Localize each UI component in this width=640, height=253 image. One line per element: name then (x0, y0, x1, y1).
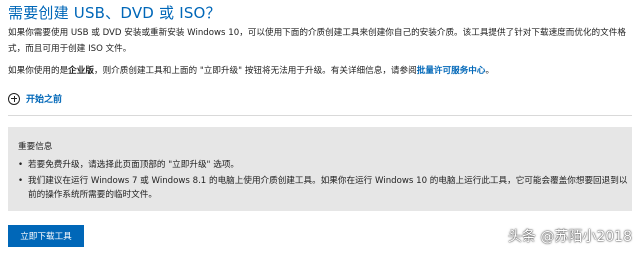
intro-text: 如果你需要使用 USB 或 DVD 安装或重新安装 Windows 10，可以使… (8, 28, 626, 54)
enterprise-edition-label: 企业版 (68, 66, 94, 76)
download-tool-button[interactable]: 立即下载工具 (8, 225, 84, 247)
enterprise-note-prefix: 如果你使用的是 (8, 66, 69, 76)
enterprise-note-suffix: 。 (485, 66, 495, 76)
section-divider (8, 115, 632, 116)
important-info-list: 若要免费升级，请选择此页面顶部的 "立即升级" 选项。 我们建议在运行 Wind… (18, 158, 628, 202)
important-info-title: 重要信息 (18, 142, 53, 152)
enterprise-note: 如果你使用的是企业版，则介质创建工具和上面的 "立即升级" 按钮将无法用于升级。… (8, 63, 636, 79)
volume-licensing-link[interactable]: 批量许可服务中心 (417, 66, 486, 76)
important-info-item: 若要免费升级，请选择此页面顶部的 "立即升级" 选项。 (18, 158, 628, 172)
before-you-begin-expander[interactable]: 开始之前 (8, 92, 62, 105)
plus-circle-icon[interactable] (8, 92, 20, 105)
important-info-panel: 重要信息 若要免费升级，请选择此页面顶部的 "立即升级" 选项。 我们建议在运行… (8, 127, 632, 211)
before-you-begin-label[interactable]: 开始之前 (26, 92, 62, 105)
enterprise-note-middle: ，则介质创建工具和上面的 "立即升级" 按钮将无法用于升级。有关详细信息，请参阅 (93, 66, 417, 76)
watermark-text: 头条 @苏陌小2018 (507, 229, 632, 245)
important-info-item: 我们建议在运行 Windows 7 或 Windows 8.1 的电脑上使用介质… (18, 174, 628, 202)
page-title: 需要创建 USB、DVD 或 ISO？ (8, 4, 221, 22)
